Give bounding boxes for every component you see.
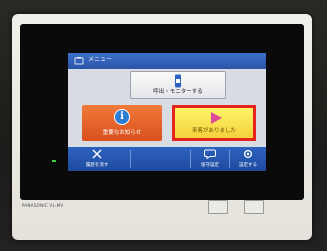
phone-handset-icon bbox=[175, 74, 181, 88]
divider bbox=[130, 150, 131, 168]
visitor-notification-label: 来客がありました bbox=[191, 128, 236, 134]
visitor-notification-button[interactable]: 来客がありました bbox=[172, 105, 256, 141]
settings-label: 設定する bbox=[239, 163, 257, 168]
bottom-bar: 履歴を消す 留守設定 設定する bbox=[68, 147, 266, 171]
hardware-button[interactable] bbox=[244, 200, 264, 214]
important-notice-label: 重要なお知らせ bbox=[102, 130, 142, 136]
play-icon bbox=[211, 112, 222, 124]
gear-icon bbox=[243, 149, 253, 159]
clear-history-label: 履歴を消す bbox=[85, 163, 109, 168]
call-monitor-button[interactable]: 呼出・モニターする bbox=[130, 71, 226, 99]
brand-label: PANASONIC VL-MV bbox=[22, 203, 64, 208]
info-icon: i bbox=[114, 109, 130, 125]
speech-bubble-icon bbox=[204, 149, 216, 159]
hardware-button[interactable] bbox=[208, 200, 228, 214]
away-setting-label: 留守設定 bbox=[201, 163, 219, 168]
intercom-screen: メニュー 呼出・モニターする i 重要なお知らせ 来客がありました 履歴を消す bbox=[68, 53, 266, 171]
title-bar: メニュー bbox=[68, 53, 266, 69]
settings-button[interactable]: 設定する bbox=[230, 147, 266, 171]
call-monitor-label: 呼出・モニターする bbox=[153, 89, 203, 95]
clear-history-button[interactable]: 履歴を消す bbox=[68, 147, 126, 171]
screen-title: メニュー bbox=[88, 56, 113, 63]
away-setting-button[interactable]: 留守設定 bbox=[191, 147, 229, 171]
status-led bbox=[52, 160, 56, 162]
menu-icon bbox=[74, 57, 84, 65]
important-notice-button[interactable]: i 重要なお知らせ bbox=[82, 105, 162, 141]
close-icon bbox=[92, 149, 102, 159]
